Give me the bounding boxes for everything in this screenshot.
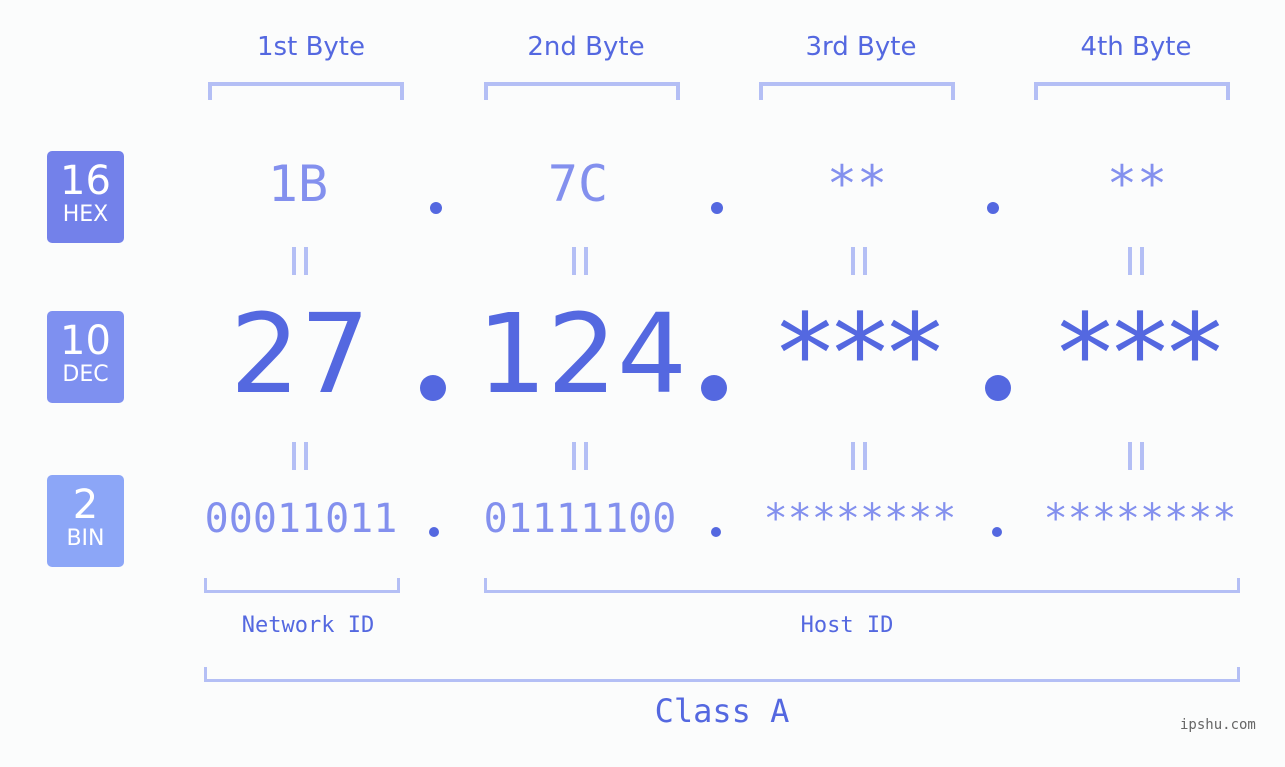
hex-badge: 16 HEX bbox=[47, 151, 124, 243]
dec-separator-dot bbox=[985, 375, 1011, 401]
dec-badge-label: DEC bbox=[62, 362, 109, 387]
hex-byte-2: 7C bbox=[547, 155, 609, 213]
watermark: ipshu.com bbox=[1180, 717, 1256, 733]
hex-separator-dot bbox=[711, 202, 723, 214]
equals-icon bbox=[571, 247, 589, 275]
bin-byte-1: 00011011 bbox=[204, 496, 398, 542]
bin-byte-4: ******** bbox=[1043, 496, 1237, 542]
hex-badge-label: HEX bbox=[62, 202, 109, 227]
dec-separator-dot bbox=[420, 375, 446, 401]
bin-badge-number: 2 bbox=[72, 482, 99, 528]
class-label: Class A bbox=[654, 692, 790, 730]
network-id-label: Network ID bbox=[241, 613, 375, 638]
dec-byte-3: *** bbox=[777, 290, 943, 418]
dec-byte-4: *** bbox=[1057, 290, 1223, 418]
bin-separator-dot bbox=[711, 527, 721, 537]
dec-byte-1: 27 bbox=[230, 290, 370, 418]
header-byte-4: 4th Byte bbox=[1080, 32, 1192, 62]
bin-separator-dot bbox=[429, 527, 439, 537]
bin-badge-label: BIN bbox=[66, 526, 105, 551]
dec-badge-number: 10 bbox=[60, 318, 111, 364]
hex-separator-dot bbox=[987, 202, 999, 214]
equals-icon bbox=[571, 442, 589, 470]
bracket-byte-3 bbox=[759, 82, 955, 100]
dec-separator-dot bbox=[701, 375, 727, 401]
equals-icon bbox=[850, 442, 868, 470]
bracket-byte-2 bbox=[484, 82, 680, 100]
equals-icon bbox=[1127, 442, 1145, 470]
dec-byte-2: 124 bbox=[477, 290, 687, 418]
bracket-byte-4 bbox=[1034, 82, 1230, 100]
host-id-bracket bbox=[484, 578, 1240, 593]
equals-icon bbox=[291, 442, 309, 470]
hex-byte-4: ** bbox=[1106, 155, 1168, 213]
hex-separator-dot bbox=[430, 202, 442, 214]
equals-icon bbox=[850, 247, 868, 275]
header-byte-3: 3rd Byte bbox=[805, 32, 917, 62]
class-bracket bbox=[204, 667, 1240, 682]
bin-byte-3: ******** bbox=[763, 496, 957, 542]
equals-icon bbox=[1127, 247, 1145, 275]
network-id-bracket bbox=[204, 578, 400, 593]
equals-icon bbox=[291, 247, 309, 275]
host-id-label: Host ID bbox=[800, 613, 894, 638]
header-byte-1: 1st Byte bbox=[257, 32, 365, 62]
hex-byte-1: 1B bbox=[267, 155, 329, 213]
bin-badge: 2 BIN bbox=[47, 475, 124, 567]
hex-badge-number: 16 bbox=[60, 158, 111, 204]
bin-separator-dot bbox=[992, 527, 1002, 537]
header-byte-2: 2nd Byte bbox=[527, 32, 645, 62]
bin-byte-2: 01111100 bbox=[483, 496, 677, 542]
dec-badge: 10 DEC bbox=[47, 311, 124, 403]
hex-byte-3: ** bbox=[826, 155, 888, 213]
bracket-byte-1 bbox=[208, 82, 404, 100]
